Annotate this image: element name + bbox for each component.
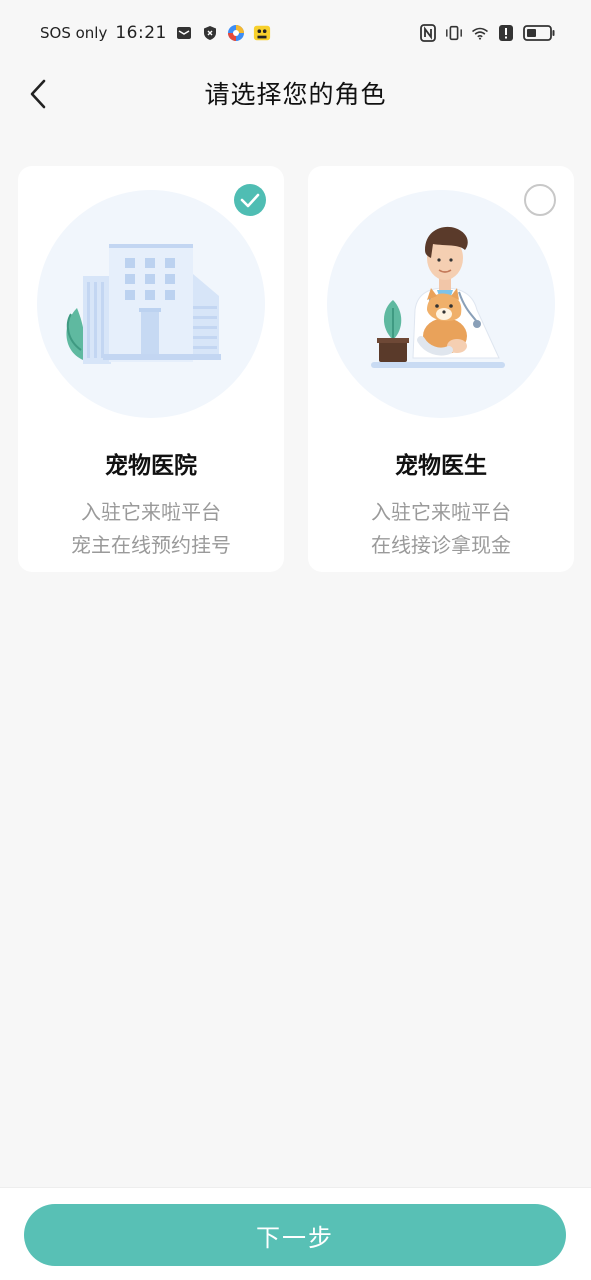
role-desc-line1: 入驻它来啦平台 — [81, 500, 221, 524]
status-bar: SOS only 16:21 — [0, 0, 591, 66]
carrier-text: SOS only — [40, 24, 108, 42]
role-card-doctor[interactable]: 宠物医生 入驻它来啦平台 在线接诊拿现金 — [308, 166, 574, 572]
role-title-doctor: 宠物医生 — [395, 453, 487, 479]
role-desc-line1: 入驻它来啦平台 — [371, 500, 511, 524]
hospital-illustration — [37, 190, 265, 418]
app-colorful-icon — [227, 24, 245, 42]
shield-icon — [201, 24, 219, 42]
alert-icon — [497, 24, 515, 42]
vibrate-icon — [445, 24, 463, 42]
role-cards: 宠物医院 入驻它来啦平台 宠主在线预约挂号 宠物医生 入驻它来啦平台 在线接诊拿… — [18, 166, 574, 572]
battery-icon — [523, 24, 555, 42]
status-left: SOS only 16:21 — [40, 23, 271, 43]
nfc-icon — [419, 24, 437, 42]
next-step-button[interactable]: 下一步 — [24, 1204, 566, 1266]
role-card-hospital[interactable]: 宠物医院 入驻它来啦平台 宠主在线预约挂号 — [18, 166, 284, 572]
role-desc-line2: 宠主在线预约挂号 — [71, 533, 231, 557]
role-desc-line2: 在线接诊拿现金 — [371, 533, 511, 557]
bottom-bar: 下一步 — [0, 1187, 591, 1280]
back-arrow-icon — [30, 79, 46, 109]
back-button[interactable] — [18, 74, 58, 114]
doctor-illustration — [327, 190, 555, 418]
role-title-hospital: 宠物医院 — [105, 453, 197, 479]
mail-icon — [175, 24, 193, 42]
clock: 16:21 — [115, 23, 167, 43]
header: 请选择您的角色 — [0, 66, 591, 120]
wifi-icon — [471, 24, 489, 42]
app-yellow-icon — [253, 24, 271, 42]
page-title: 请选择您的角色 — [204, 80, 387, 109]
status-right — [419, 24, 555, 42]
